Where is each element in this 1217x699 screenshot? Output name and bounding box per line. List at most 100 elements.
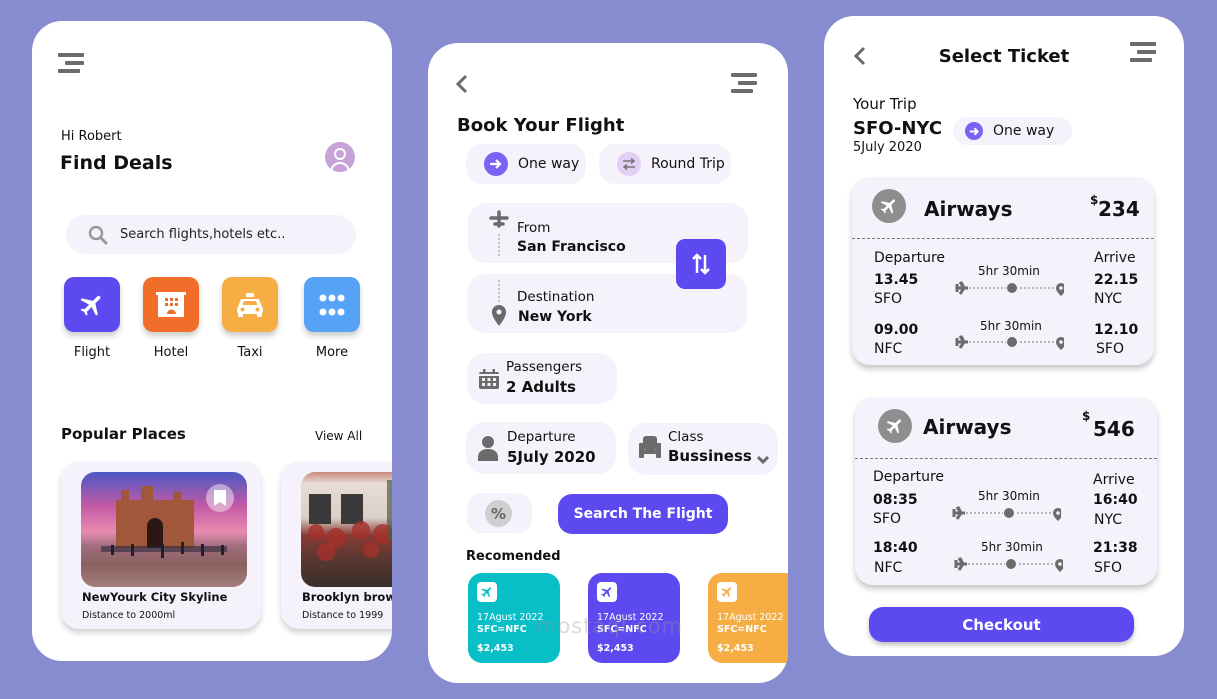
place-distance: Distance to 1999 bbox=[302, 610, 384, 621]
ticket-card[interactable]: Airways $ 234 Departure Arrive 13.45 SFO… bbox=[852, 177, 1154, 365]
arr-code: NYC bbox=[1094, 512, 1123, 528]
arr-time: 16:40 bbox=[1093, 492, 1138, 508]
place-distance: Distance to 2000ml bbox=[82, 610, 176, 621]
category-label: More bbox=[315, 345, 349, 360]
menu-icon[interactable] bbox=[58, 53, 84, 73]
category-label: Flight bbox=[73, 345, 111, 360]
dep-time: 09.00 bbox=[874, 322, 919, 338]
reco-route: SFC=NFC bbox=[717, 624, 767, 635]
dep-code: NFC bbox=[874, 560, 903, 576]
arr-code: SFO bbox=[1096, 341, 1124, 357]
hotel-icon bbox=[143, 277, 199, 332]
swap-locations-button[interactable] bbox=[676, 239, 726, 289]
passengers-field[interactable]: Passengers 2 Adults bbox=[467, 353, 617, 404]
back-arrow-icon[interactable] bbox=[455, 74, 469, 94]
trip-label: Your Trip bbox=[853, 95, 917, 113]
section-title: Popular Places bbox=[61, 425, 186, 443]
home-screen: Hi Robert Find Deals Search flights,hote… bbox=[32, 21, 392, 661]
duration: 5hr 30min bbox=[978, 489, 1040, 503]
route-line bbox=[954, 557, 1063, 572]
divider bbox=[855, 458, 1157, 459]
reco-date: 17Agust 2022 bbox=[717, 612, 784, 623]
category-label: Taxi bbox=[237, 345, 263, 360]
place-card[interactable]: NewYourk City Skyline Distance to 2000ml bbox=[61, 461, 261, 629]
ticket-price: 234 bbox=[1098, 197, 1140, 221]
round-trip-toggle[interactable]: Round Trip bbox=[599, 144, 731, 184]
view-all-link[interactable]: View All bbox=[315, 429, 362, 443]
departure-label: Departure bbox=[507, 429, 576, 445]
location-pin-icon bbox=[492, 280, 506, 326]
one-way-toggle[interactable]: One way bbox=[466, 144, 586, 184]
category-label: Hotel bbox=[153, 345, 189, 360]
arr-code: NYC bbox=[1094, 291, 1123, 307]
reco-price: $2,453 bbox=[597, 643, 634, 654]
destination-value: New York bbox=[518, 309, 592, 325]
place-card[interactable]: Brooklyn brow Distance to 1999 bbox=[281, 461, 392, 629]
search-input[interactable]: Search flights,hotels etc.. bbox=[66, 215, 356, 254]
airline-logo-icon bbox=[878, 409, 912, 443]
plane-icon bbox=[477, 582, 497, 602]
class-label: Class bbox=[668, 429, 704, 445]
person-icon bbox=[478, 436, 498, 461]
duration: 5hr 30min bbox=[980, 319, 1042, 333]
arr-time: 12.10 bbox=[1094, 322, 1139, 338]
bookmark-icon[interactable] bbox=[206, 484, 234, 512]
route-line bbox=[955, 335, 1064, 350]
ticket-card[interactable]: Airways $ 546 Departure Arrive 08:35 SFO… bbox=[855, 397, 1157, 585]
percent-icon: % bbox=[485, 500, 512, 527]
arrive-label: Arrive bbox=[1094, 250, 1136, 266]
plane-icon bbox=[597, 582, 617, 602]
ticket-screen: Select Ticket Your Trip SFO-NYC One way … bbox=[824, 16, 1184, 656]
arr-time: 22.15 bbox=[1094, 272, 1139, 288]
trip-type-label: Round Trip bbox=[651, 156, 725, 172]
arr-code: SFO bbox=[1094, 560, 1122, 576]
taxi-icon bbox=[222, 277, 278, 332]
avatar[interactable] bbox=[325, 142, 355, 172]
category-taxi[interactable]: Taxi bbox=[222, 277, 278, 360]
search-icon bbox=[88, 225, 108, 244]
divider bbox=[852, 238, 1154, 239]
reco-price: $2,453 bbox=[717, 643, 754, 654]
page-title: Find Deals bbox=[60, 152, 173, 174]
departure-date-field[interactable]: Departure 5July 2020 bbox=[466, 422, 616, 474]
duration: 5hr 30min bbox=[978, 264, 1040, 278]
category-hotel[interactable]: Hotel bbox=[143, 277, 199, 360]
search-placeholder: Search flights,hotels etc.. bbox=[120, 227, 286, 242]
class-select[interactable]: Class Bussiness bbox=[628, 423, 778, 475]
page-title: Book Your Flight bbox=[457, 115, 625, 136]
ticket-price: 546 bbox=[1093, 417, 1135, 441]
plane-icon bbox=[717, 582, 737, 602]
dep-code: SFO bbox=[874, 291, 902, 307]
plane-takeoff-icon bbox=[489, 210, 509, 256]
category-more[interactable]: More bbox=[304, 277, 360, 360]
duration: 5hr 30min bbox=[981, 540, 1043, 554]
place-name: Brooklyn brow bbox=[302, 590, 392, 604]
airline-name: Airways bbox=[923, 415, 1012, 439]
booking-screen: Book Your Flight One way Round Trip From… bbox=[428, 43, 788, 683]
passengers-label: Passengers bbox=[506, 359, 583, 375]
airline-name: Airways bbox=[924, 197, 1013, 221]
plane-icon bbox=[64, 277, 120, 332]
trip-type-label: One way bbox=[993, 123, 1055, 139]
trip-type-badge: One way bbox=[953, 117, 1072, 145]
menu-icon[interactable] bbox=[1130, 42, 1156, 62]
airline-logo-icon bbox=[872, 189, 906, 223]
trip-route: SFO-NYC bbox=[853, 118, 943, 139]
section-title: Recomended bbox=[466, 549, 561, 564]
route-line bbox=[955, 281, 1064, 296]
arrive-label: Arrive bbox=[1093, 472, 1135, 488]
trip-date: 5July 2020 bbox=[853, 140, 922, 155]
calendar-icon bbox=[479, 369, 499, 389]
recommended-card[interactable]: 17Agust 2022 SFC=NFC $2,453 bbox=[708, 573, 788, 663]
dep-code: SFO bbox=[873, 511, 901, 527]
menu-icon[interactable] bbox=[731, 73, 757, 93]
discount-button[interactable]: % bbox=[467, 493, 532, 533]
checkout-button[interactable]: Checkout bbox=[869, 607, 1134, 642]
arrow-right-icon bbox=[484, 152, 508, 176]
destination-label: Destination bbox=[517, 289, 595, 305]
category-flight[interactable]: Flight bbox=[64, 277, 120, 360]
seat-icon bbox=[639, 436, 661, 458]
search-flight-button[interactable]: Search The Flight bbox=[558, 494, 728, 534]
departure-value: 5July 2020 bbox=[507, 448, 596, 466]
route-line bbox=[952, 506, 1061, 521]
